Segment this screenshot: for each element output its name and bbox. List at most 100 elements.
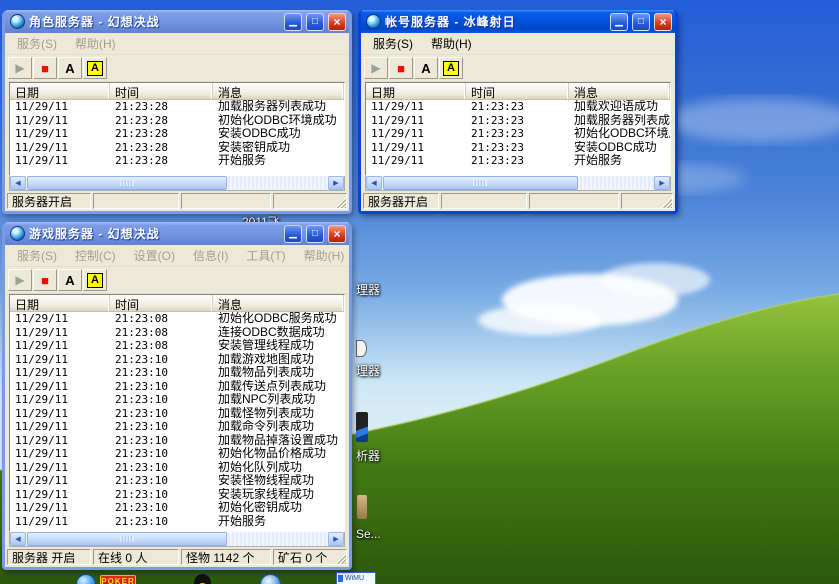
status-online-count: 在线 0 人 <box>93 549 179 565</box>
start-service-button[interactable]: ▶ <box>8 269 32 291</box>
table-row[interactable]: 11/29/11 21:23:23 加载服务器列表成功 <box>366 114 670 128</box>
desktop-icon-fragment[interactable] <box>356 412 368 442</box>
menu-item[interactable]: 信息(I) <box>184 244 237 267</box>
col-time[interactable]: 时间 <box>466 83 569 99</box>
maximize-button[interactable]: □ <box>306 13 324 31</box>
desktop-icon-fragment[interactable] <box>357 495 367 519</box>
menu-item[interactable]: 设置(O) <box>125 244 184 267</box>
titlebar[interactable]: 帐号服务器 - 冰峰射日 ▁ □ × <box>361 10 675 33</box>
scroll-left-icon[interactable]: ◀ <box>10 176 26 190</box>
scroll-right-icon[interactable]: ▶ <box>328 176 344 190</box>
font-highlight-button[interactable]: A <box>83 269 107 291</box>
table-row[interactable]: 11/29/11 21:23:10 加载游戏地图成功 <box>10 353 344 367</box>
col-message[interactable]: 消息 <box>213 295 344 311</box>
table-row[interactable]: 11/29/11 21:23:28 开始服务 <box>10 154 344 168</box>
status-panel <box>621 193 673 209</box>
table-row[interactable]: 11/29/11 21:23:23 初始化ODBC环境成功 <box>366 127 670 141</box>
col-date[interactable]: 日期 <box>366 83 466 99</box>
table-row[interactable]: 11/29/11 21:23:10 开始服务 <box>10 515 344 529</box>
minimize-button[interactable]: ▁ <box>610 13 628 31</box>
table-row[interactable]: 11/29/11 21:23:10 加载命令列表成功 <box>10 420 344 434</box>
status-monster-count: 怪物 1142 个 <box>181 549 271 565</box>
font-button[interactable]: A <box>414 57 438 79</box>
menu-item[interactable]: 控制(C) <box>66 244 125 267</box>
desktop-icon-label[interactable]: 理器 <box>356 281 380 298</box>
font-button[interactable]: A <box>58 57 82 79</box>
mini-window-icon[interactable]: WiMU <box>336 572 376 584</box>
scroll-left-icon[interactable]: ◀ <box>10 532 26 546</box>
table-row[interactable]: 11/29/11 21:23:28 安装ODBC成功 <box>10 127 344 141</box>
table-row[interactable]: 11/29/11 21:23:28 初始化ODBC环境成功 <box>10 114 344 128</box>
minimize-button[interactable]: ▁ <box>284 13 302 31</box>
maximize-button[interactable]: □ <box>632 13 650 31</box>
status-server-state: 服务器开启 <box>363 193 439 209</box>
col-message[interactable]: 消息 <box>569 83 670 99</box>
col-time[interactable]: 时间 <box>110 83 213 99</box>
table-row[interactable]: 11/29/11 21:23:10 初始化密钥成功 <box>10 501 344 515</box>
scroll-right-icon[interactable]: ▶ <box>654 176 670 190</box>
table-row[interactable]: 11/29/11 21:23:08 初始化ODBC服务成功 <box>10 312 344 326</box>
desktop-icon-label[interactable]: 理器 <box>356 362 380 379</box>
table-row[interactable]: 11/29/11 21:23:10 安装怪物线程成功 <box>10 474 344 488</box>
table-row[interactable]: 11/29/11 21:23:10 安装玩家线程成功 <box>10 488 344 502</box>
menu-item[interactable]: 帮助(H) <box>422 32 481 55</box>
table-row[interactable]: 11/29/11 21:23:08 安装管理线程成功 <box>10 339 344 353</box>
resize-grip-icon[interactable] <box>333 195 346 208</box>
resize-grip-icon[interactable] <box>333 551 346 564</box>
font-button[interactable]: A <box>58 269 82 291</box>
table-row[interactable]: 11/29/11 21:23:10 加载怪物列表成功 <box>10 407 344 421</box>
stop-service-button[interactable]: ■ <box>33 269 57 291</box>
table-row[interactable]: 11/29/11 21:23:10 加载物品掉落设置成功 <box>10 434 344 448</box>
menu-item[interactable]: 帮助(H) <box>295 244 354 267</box>
col-message[interactable]: 消息 <box>213 83 344 99</box>
col-date[interactable]: 日期 <box>10 295 110 311</box>
window-title: 游戏服务器 - 幻想决战 <box>29 225 280 242</box>
maximize-button[interactable]: □ <box>306 225 324 243</box>
titlebar[interactable]: 游戏服务器 - 幻想决战 ▁ □ × <box>5 222 349 245</box>
scrollbar-thumb[interactable] <box>27 176 227 190</box>
menu-item[interactable]: 服务(S) <box>364 32 422 55</box>
menu-item[interactable]: 服务(S) <box>8 244 66 267</box>
col-date[interactable]: 日期 <box>10 83 110 99</box>
scroll-right-icon[interactable]: ▶ <box>328 532 344 546</box>
col-time[interactable]: 时间 <box>110 295 213 311</box>
stop-service-button[interactable]: ■ <box>389 57 413 79</box>
start-service-button[interactable]: ▶ <box>364 57 388 79</box>
table-row[interactable]: 11/29/11 21:23:10 加载物品列表成功 <box>10 366 344 380</box>
titlebar[interactable]: 角色服务器 - 幻想决战 ▁ □ × <box>5 10 349 33</box>
poker-icon[interactable]: POKER <box>100 575 136 584</box>
table-row[interactable]: 11/29/11 21:23:23 安装ODBC成功 <box>366 141 670 155</box>
table-row[interactable]: 11/29/11 21:23:10 加载传送点列表成功 <box>10 380 344 394</box>
font-icon: A <box>65 61 74 76</box>
table-body: 11/29/11 21:23:28 加载服务器列表成功 11/29/11 21:… <box>10 100 344 168</box>
menu-item[interactable]: 服务(S) <box>8 32 66 55</box>
table-row[interactable]: 11/29/11 21:23:23 开始服务 <box>366 154 670 168</box>
table-row[interactable]: 11/29/11 21:23:10 初始化队列成功 <box>10 461 344 475</box>
scrollbar-thumb[interactable] <box>383 176 578 190</box>
font-highlight-icon: A <box>87 61 103 76</box>
table-row[interactable]: 11/29/11 21:23:10 加载NPC列表成功 <box>10 393 344 407</box>
start-service-button[interactable]: ▶ <box>8 57 32 79</box>
font-highlight-button[interactable]: A <box>439 57 463 79</box>
desktop-icon-label[interactable]: 析器 <box>356 447 380 464</box>
menu-item[interactable]: 工具(T) <box>237 244 294 267</box>
table-row[interactable]: 11/29/11 21:23:28 加载服务器列表成功 <box>10 100 344 114</box>
horizontal-scrollbar: ◀ ▶ <box>365 176 671 191</box>
scroll-left-icon[interactable]: ◀ <box>366 176 382 190</box>
table-row[interactable]: 11/29/11 21:23:08 连接ODBC数据成功 <box>10 326 344 340</box>
stop-icon: ■ <box>397 62 405 75</box>
table-row[interactable]: 11/29/11 21:23:28 安装密钥成功 <box>10 141 344 155</box>
table-row[interactable]: 11/29/11 21:23:10 初始化物品价格成功 <box>10 447 344 461</box>
close-button[interactable]: × <box>654 13 672 31</box>
resize-grip-icon[interactable] <box>659 195 672 208</box>
table-row[interactable]: 11/29/11 21:23:23 加载欢迎语成功 <box>366 100 670 114</box>
close-button[interactable]: × <box>328 13 346 31</box>
menu-item[interactable]: 帮助(H) <box>66 32 125 55</box>
desktop-icon-fragment[interactable] <box>356 340 367 357</box>
font-highlight-button[interactable]: A <box>83 57 107 79</box>
desktop-icon-label[interactable]: Se... <box>356 527 381 541</box>
minimize-button[interactable]: ▁ <box>284 225 302 243</box>
close-button[interactable]: × <box>328 225 346 243</box>
stop-service-button[interactable]: ■ <box>33 57 57 79</box>
scrollbar-thumb[interactable] <box>27 532 227 546</box>
